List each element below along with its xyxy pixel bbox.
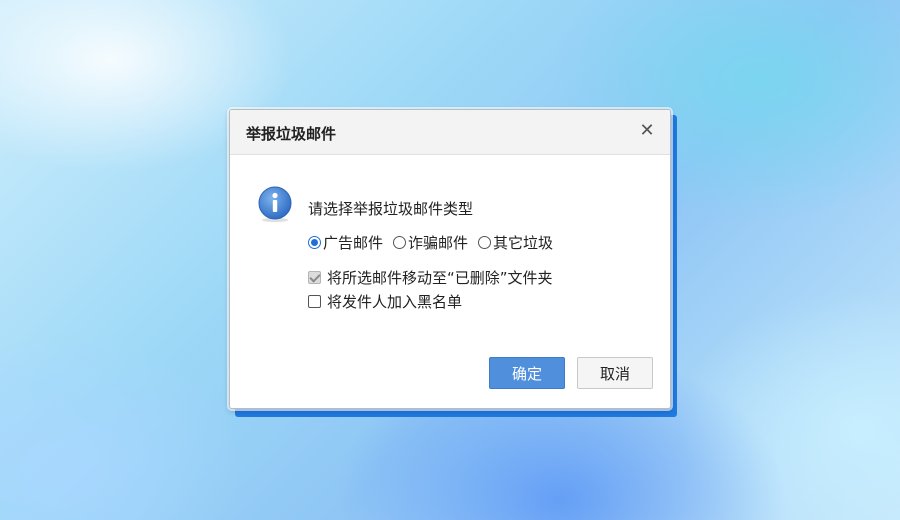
radio-button[interactable] xyxy=(308,236,321,249)
move-to-deleted-option: 将所选邮件移动至“已删除”文件夹 xyxy=(308,267,553,288)
radio-ad-mail[interactable]: 广告邮件 xyxy=(308,232,383,253)
confirm-button[interactable]: 确定 xyxy=(489,357,565,389)
dialog-header: 举报垃圾邮件 ✕ xyxy=(230,110,670,155)
radio-button[interactable] xyxy=(478,236,492,249)
radio-label: 广告邮件 xyxy=(323,234,384,252)
blacklist-sender-checkbox[interactable] xyxy=(308,295,321,308)
report-type-group: 广告邮件 诈骗邮件 其它垃圾 xyxy=(308,232,563,253)
radio-label: 诈骗邮件 xyxy=(408,234,469,252)
close-icon[interactable]: ✕ xyxy=(638,122,656,140)
radio-button[interactable] xyxy=(393,236,407,249)
blacklist-sender-option[interactable]: 将发件人加入黑名单 xyxy=(308,291,462,312)
radio-fraud-mail[interactable]: 诈骗邮件 xyxy=(393,232,468,253)
report-spam-dialog: 举报垃圾邮件 ✕ 请选择举报垃圾邮件类型 广告邮件 诈骗邮件 其它垃圾 将所选邮… xyxy=(229,109,671,409)
dialog-title: 举报垃圾邮件 xyxy=(246,125,337,143)
move-to-deleted-checkbox xyxy=(308,271,321,284)
radio-other-spam[interactable]: 其它垃圾 xyxy=(478,232,553,253)
radio-label: 其它垃圾 xyxy=(493,234,554,252)
move-to-deleted-label: 将所选邮件移动至“已删除”文件夹 xyxy=(327,269,553,287)
prompt-text: 请选择举报垃圾邮件类型 xyxy=(308,200,474,218)
cancel-button[interactable]: 取消 xyxy=(577,357,653,389)
blacklist-sender-label: 将发件人加入黑名单 xyxy=(327,293,463,311)
info-icon xyxy=(258,186,292,223)
